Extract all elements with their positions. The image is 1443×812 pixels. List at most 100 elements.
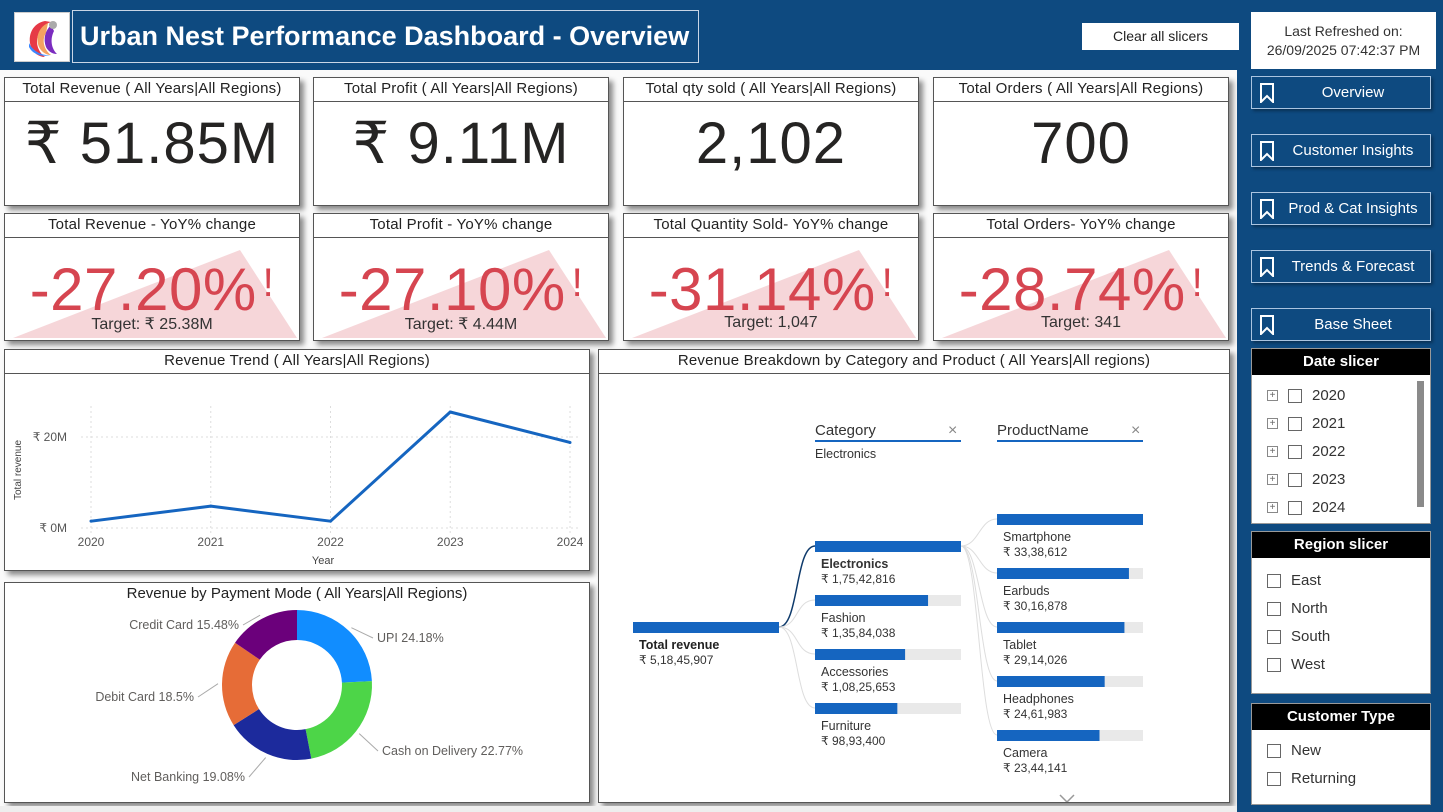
expand-icon[interactable]: +: [1267, 502, 1278, 513]
category-label: Accessories: [821, 665, 888, 679]
root-label: Total revenue: [639, 638, 719, 652]
checkbox[interactable]: [1267, 657, 1281, 672]
slicer-item-2023[interactable]: +2023: [1267, 471, 1345, 488]
yoy-card-revenue[interactable]: Total Revenue - YoY% change -27.20%! Tar…: [4, 213, 300, 341]
yoy-card-qty-sold[interactable]: Total Quantity Sold- YoY% change -31.14%…: [623, 213, 919, 341]
data-point: [89, 519, 93, 523]
x-tick-label: 2022: [317, 535, 344, 549]
checkbox[interactable]: [1288, 500, 1302, 515]
nav-label: Base Sheet: [1314, 316, 1392, 333]
kpi-card-profit[interactable]: Total Profit ( All Years|All Regions) ₹ …: [313, 77, 609, 206]
refresh-label: Last Refreshed on:: [1284, 23, 1403, 39]
chart-title: Revenue Breakdown by Category and Produc…: [599, 350, 1229, 374]
y-tick-label: ₹ 20M: [33, 430, 67, 444]
yoy-title: Total Orders- YoY% change: [934, 214, 1228, 238]
product-value: ₹ 24,61,983: [1003, 707, 1068, 721]
slicer-item-2021[interactable]: +2021: [1267, 415, 1345, 432]
slice-label: Debit Card 18.5%: [95, 690, 194, 704]
clear-slicers-button[interactable]: Clear all slicers: [1082, 23, 1239, 50]
product-bar: [997, 622, 1125, 633]
slice-label: UPI 24.18%: [377, 631, 444, 645]
checkbox[interactable]: [1288, 472, 1302, 487]
checkbox[interactable]: [1267, 629, 1281, 644]
slicer-item-north[interactable]: North: [1267, 600, 1328, 617]
slice-label: Credit Card 15.48%: [129, 618, 239, 632]
expand-icon[interactable]: +: [1267, 474, 1278, 485]
x-tick-label: 2021: [197, 535, 224, 549]
product-value: ₹ 33,38,612: [1003, 545, 1068, 559]
logo-icon: [29, 21, 57, 57]
yoy-target: Target: 1,047: [724, 314, 818, 331]
checkbox[interactable]: [1288, 416, 1302, 431]
refresh-time: 26/09/2025 07:42:37 PM: [1266, 42, 1421, 58]
region-slicer[interactable]: Region slicer East North South West: [1251, 531, 1431, 694]
slicer-item-south[interactable]: South: [1267, 628, 1330, 645]
yoy-title: Total Quantity Sold- YoY% change: [624, 214, 918, 238]
yoy-target: Target: 341: [1040, 314, 1122, 331]
leader-line: [248, 757, 267, 778]
kpi-card-orders[interactable]: Total Orders ( All Years|All Regions) 70…: [933, 77, 1229, 206]
page-title: Urban Nest Performance Dashboard - Overv…: [72, 10, 699, 63]
checkbox[interactable]: [1267, 601, 1281, 616]
nav-base-sheet-button[interactable]: Base Sheet: [1251, 308, 1431, 341]
date-slicer[interactable]: Date slicer +2020 +2021 +2022 +2023 +202…: [1251, 348, 1431, 524]
leader-line: [197, 683, 219, 698]
x-tick-label: 2024: [557, 535, 584, 549]
slicer-item-label: 2022: [1312, 443, 1346, 460]
nav-label: Prod & Cat Insights: [1288, 200, 1418, 217]
nav-customer-insights-button[interactable]: Customer Insights: [1251, 134, 1431, 167]
revenue-trend-chart[interactable]: Revenue Trend ( All Years|All Regions) 2…: [4, 349, 590, 571]
decomposition-tree-svg: Category × Electronics ProductName × Total re…: [633, 422, 1143, 802]
revenue-breakdown-tree[interactable]: Revenue Breakdown by Category and Produc…: [598, 349, 1230, 803]
slice-label: Net Banking 19.08%: [131, 770, 245, 784]
x-tick-label: 2023: [437, 535, 464, 549]
level-header-category: Category: [815, 422, 876, 439]
tree-connector: [960, 545, 998, 736]
nav-label: Overview: [1321, 84, 1385, 101]
nav-trends-forecast-button[interactable]: Trends & Forecast: [1251, 250, 1431, 283]
page-tabs-strip: [0, 806, 1237, 812]
slicer-item-2024[interactable]: +2024: [1267, 499, 1345, 516]
data-point: [209, 504, 213, 508]
checkbox[interactable]: [1267, 573, 1281, 588]
leader-line: [358, 733, 379, 752]
customer-type-slicer[interactable]: Customer Type New Returning: [1251, 703, 1431, 805]
nav-prod-cat-insights-button[interactable]: Prod & Cat Insights: [1251, 192, 1431, 225]
kpi-title: Total Profit ( All Years|All Regions): [314, 78, 608, 102]
slicer-item-label: Returning: [1291, 770, 1357, 787]
slicer-item-label: 2023: [1312, 471, 1346, 488]
chart-title: Revenue Trend ( All Years|All Regions): [5, 350, 589, 374]
slicer-title: Date slicer: [1252, 349, 1430, 375]
slicer-item-2020[interactable]: +2020: [1267, 387, 1345, 404]
tree-connector: [778, 545, 816, 628]
expand-icon[interactable]: +: [1267, 390, 1278, 401]
yoy-card-orders[interactable]: Total Orders- YoY% change -28.74%! Targe…: [933, 213, 1229, 341]
slicer-item-label: West: [1291, 656, 1325, 673]
checkbox[interactable]: [1267, 743, 1281, 758]
kpi-card-qty-sold[interactable]: Total qty sold ( All Years|All Regions) …: [623, 77, 919, 206]
slicer-item-returning[interactable]: Returning: [1267, 770, 1356, 787]
data-point: [329, 519, 332, 523]
product-bar: [997, 568, 1129, 579]
kpi-title: Total Revenue ( All Years|All Regions): [5, 78, 299, 102]
bookmark-icon: [1260, 257, 1274, 277]
slicer-item-new[interactable]: New: [1267, 742, 1321, 759]
expand-icon[interactable]: +: [1267, 418, 1278, 429]
slicer-item-east[interactable]: East: [1267, 572, 1321, 589]
kpi-value: ₹ 9.11M: [352, 111, 570, 176]
yoy-card-profit[interactable]: Total Profit - YoY% change -27.10%! Targ…: [313, 213, 609, 341]
checkbox[interactable]: [1288, 388, 1302, 403]
checkbox[interactable]: [1267, 771, 1281, 786]
kpi-card-revenue[interactable]: Total Revenue ( All Years|All Regions) ₹…: [4, 77, 300, 206]
slicer-item-2022[interactable]: +2022: [1267, 443, 1345, 460]
slicer-scrollbar[interactable]: [1417, 381, 1424, 507]
slicer-title: Region slicer: [1252, 532, 1430, 558]
company-logo: [14, 12, 70, 62]
payment-mode-chart[interactable]: Revenue by Payment Mode ( All Years|All …: [4, 582, 590, 803]
expand-icon[interactable]: +: [1267, 446, 1278, 457]
slicer-item-west[interactable]: West: [1267, 656, 1325, 673]
yoy-target: Target: ₹ 4.44M: [404, 316, 518, 333]
checkbox[interactable]: [1288, 444, 1302, 459]
product-bar: [997, 514, 1143, 525]
nav-overview-button[interactable]: Overview: [1251, 76, 1431, 109]
